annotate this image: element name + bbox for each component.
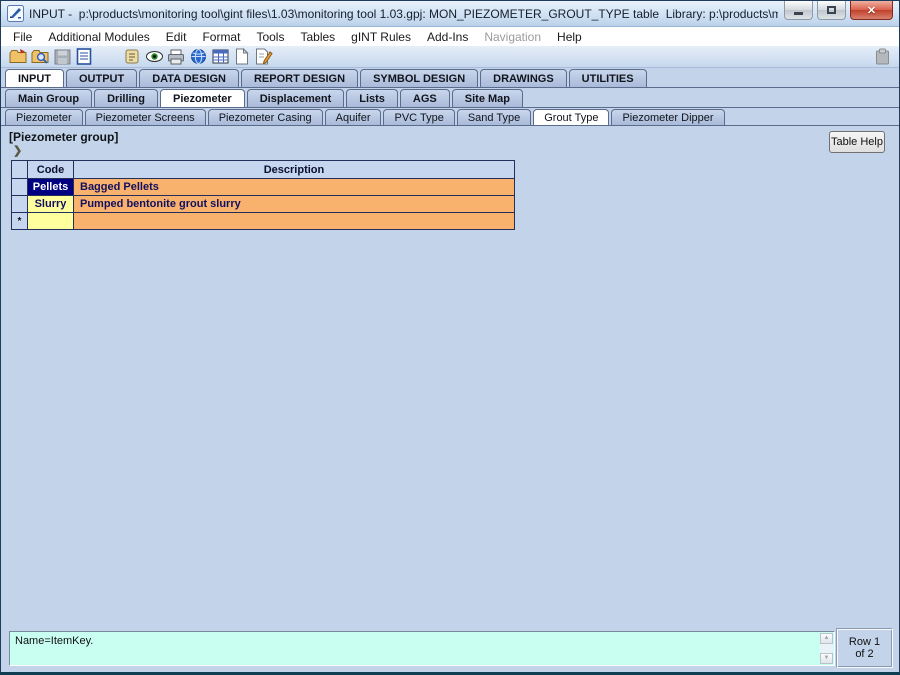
window-title: INPUT - p:\products\monitoring tool\gint… — [29, 7, 778, 21]
menu-gint-rules[interactable]: gINT Rules — [343, 28, 419, 46]
app-window: INPUT - p:\products\monitoring tool\gint… — [0, 0, 900, 675]
menu-format[interactable]: Format — [194, 28, 248, 46]
tab-piezometer[interactable]: Piezometer — [5, 109, 83, 125]
tab-symbol-design[interactable]: SYMBOL DESIGN — [360, 69, 478, 87]
scroll-up-icon[interactable]: ▲ — [820, 633, 833, 644]
table-row: Slurry Pumped bentonite grout slurry — [12, 196, 515, 213]
table-help-button[interactable]: Table Help — [829, 131, 885, 153]
description-cell-pellets[interactable]: Bagged Pellets — [74, 179, 515, 196]
description-cell-new[interactable] — [74, 213, 515, 230]
table-tab-bar: Piezometer Piezometer Screens Piezometer… — [1, 108, 899, 126]
tab-output[interactable]: OUTPUT — [66, 69, 137, 87]
tab-drilling[interactable]: Drilling — [94, 89, 158, 107]
menu-additional-modules[interactable]: Additional Modules — [40, 28, 157, 46]
preview-eye-icon[interactable] — [143, 47, 165, 67]
tab-piezometer-screens[interactable]: Piezometer Screens — [85, 109, 206, 125]
clipboard-icon[interactable] — [871, 47, 893, 67]
tab-drawings[interactable]: DRAWINGS — [480, 69, 567, 87]
row-indicator: Row 1 of 2 — [836, 628, 893, 668]
table-view-icon[interactable] — [209, 47, 231, 67]
title-bar: INPUT - p:\products\monitoring tool\gint… — [1, 1, 899, 27]
tab-sand-type[interactable]: Sand Type — [457, 109, 531, 125]
description-column-header[interactable]: Description — [74, 161, 515, 179]
tab-ags[interactable]: AGS — [400, 89, 450, 107]
code-cell-slurry[interactable]: Slurry — [28, 196, 74, 213]
field-help-panel: Name=ItemKey. ▲ ▼ — [9, 631, 835, 666]
menu-file[interactable]: File — [5, 28, 40, 46]
toolbar — [1, 46, 899, 68]
row-indicator-line2: of 2 — [855, 648, 873, 660]
tab-site-map[interactable]: Site Map — [452, 89, 523, 107]
menu-add-ins[interactable]: Add-Ins — [419, 28, 476, 46]
tab-data-design[interactable]: DATA DESIGN — [139, 69, 239, 87]
table-header-row: Code Description — [12, 161, 515, 179]
group-tab-bar: Main Group Drilling Piezometer Displacem… — [1, 88, 899, 108]
tab-piezometer-casing[interactable]: Piezometer Casing — [208, 109, 323, 125]
tab-input[interactable]: INPUT — [5, 69, 64, 87]
report-icon[interactable] — [73, 47, 95, 67]
menu-navigation: Navigation — [476, 28, 549, 46]
row-selector[interactable] — [12, 196, 28, 213]
tab-utilities[interactable]: UTILITIES — [569, 69, 647, 87]
tab-grout-type[interactable]: Grout Type — [533, 109, 609, 125]
code-cell-pellets[interactable]: Pellets — [28, 179, 74, 196]
field-help-scrollbar[interactable]: ▲ ▼ — [820, 633, 833, 664]
tab-lists[interactable]: Lists — [346, 89, 398, 107]
field-help-text: Name=ItemKey. — [15, 635, 93, 647]
tab-report-design[interactable]: REPORT DESIGN — [241, 69, 358, 87]
window-controls: ✕ — [784, 1, 893, 20]
table-row: Pellets Bagged Pellets — [12, 179, 515, 196]
description-cell-slurry[interactable]: Pumped bentonite grout slurry — [74, 196, 515, 213]
code-column-header[interactable]: Code — [28, 161, 74, 179]
row-selector[interactable] — [12, 179, 28, 196]
tab-pvc-type[interactable]: PVC Type — [383, 109, 454, 125]
table-new-row: * — [12, 213, 515, 230]
tab-aquifer[interactable]: Aquifer — [325, 109, 382, 125]
menu-tables[interactable]: Tables — [292, 28, 343, 46]
content-area: [Piezometer group] ❯ Table Help Code Des… — [1, 126, 899, 673]
close-icon[interactable]: ✕ — [850, 1, 893, 20]
edit-document-icon[interactable] — [253, 47, 275, 67]
globe-icon[interactable] — [187, 47, 209, 67]
row-selector-header — [12, 161, 28, 179]
browse-files-icon[interactable] — [29, 47, 51, 67]
save-icon[interactable] — [51, 47, 73, 67]
menu-tools[interactable]: Tools — [248, 28, 292, 46]
app-logo-icon — [7, 5, 24, 22]
open-project-icon[interactable] — [7, 47, 29, 67]
scroll-down-icon[interactable]: ▼ — [820, 653, 833, 664]
main-tab-bar: INPUT OUTPUT DATA DESIGN REPORT DESIGN S… — [1, 68, 899, 88]
new-row-marker[interactable]: * — [12, 213, 28, 230]
menu-help[interactable]: Help — [549, 28, 590, 46]
expand-chevron-icon[interactable]: ❯ — [13, 144, 22, 157]
row-indicator-line1: Row 1 — [849, 636, 880, 648]
tab-main-group[interactable]: Main Group — [5, 89, 92, 107]
tab-piezometer-dipper[interactable]: Piezometer Dipper — [611, 109, 724, 125]
tab-piezometer-group[interactable]: Piezometer — [160, 89, 245, 107]
minimize-icon[interactable] — [784, 1, 813, 20]
maximize-icon[interactable] — [817, 1, 846, 20]
group-label: [Piezometer group] — [9, 130, 118, 144]
menu-bar: File Additional Modules Edit Format Tool… — [1, 27, 899, 46]
new-document-icon[interactable] — [231, 47, 253, 67]
code-cell-new[interactable] — [28, 213, 74, 230]
script-icon[interactable] — [121, 47, 143, 67]
tab-displacement[interactable]: Displacement — [247, 89, 345, 107]
grout-type-table: Code Description Pellets Bagged Pellets … — [11, 160, 515, 230]
print-icon[interactable] — [165, 47, 187, 67]
menu-edit[interactable]: Edit — [158, 28, 195, 46]
